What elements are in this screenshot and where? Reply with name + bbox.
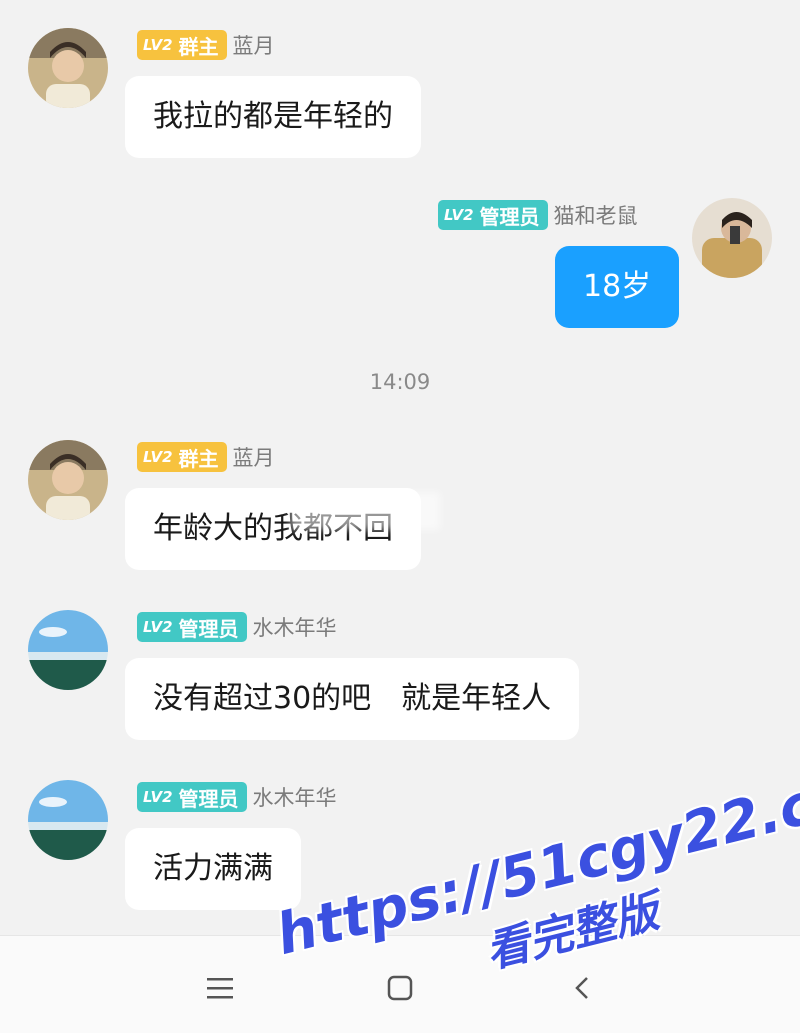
group-owner-badge: LV2 群主 [137, 30, 227, 60]
sender-meta: LV2 群主 蓝月 [137, 29, 275, 61]
back-icon[interactable] [562, 968, 602, 1008]
sender-nickname[interactable]: 水木年华 [253, 612, 337, 642]
admin-badge: LV2 管理员 [137, 782, 247, 812]
home-icon[interactable] [380, 968, 420, 1008]
admin-badge: LV2 管理员 [438, 200, 548, 230]
avatar-self[interactable] [692, 198, 772, 278]
sender-meta: LV2 管理员 水木年华 [137, 611, 337, 643]
time-divider: 14:09 [369, 370, 431, 394]
menu-icon[interactable] [200, 968, 240, 1008]
avatar-shuimu[interactable] [28, 610, 108, 690]
admin-badge: LV2 管理员 [137, 612, 247, 642]
sender-nickname[interactable]: 猫和老鼠 [554, 200, 638, 230]
sender-meta: LV2 管理员 水木年华 [137, 781, 337, 813]
sender-meta: LV2 管理员 猫和老鼠 [438, 199, 638, 231]
sender-nickname[interactable]: 蓝月 [233, 442, 275, 472]
message-bubble[interactable]: 活力满满 [125, 828, 301, 910]
sender-nickname[interactable]: 水木年华 [253, 782, 337, 812]
message-bubble[interactable]: 我拉的都是年轻的 [125, 76, 421, 158]
avatar-lanyue[interactable] [28, 28, 108, 108]
avatar-lanyue[interactable] [28, 440, 108, 520]
sender-nickname[interactable]: 蓝月 [233, 30, 275, 60]
system-navigation-bar [0, 935, 800, 1033]
avatar-shuimu[interactable] [28, 780, 108, 860]
group-owner-badge: LV2 群主 [137, 442, 227, 472]
redaction-smudge [290, 492, 440, 530]
message-bubble-self[interactable]: 18岁 [555, 246, 680, 328]
sender-meta: LV2 群主 蓝月 [137, 441, 275, 473]
message-bubble[interactable]: 没有超过30的吧 就是年轻人 [125, 658, 580, 740]
